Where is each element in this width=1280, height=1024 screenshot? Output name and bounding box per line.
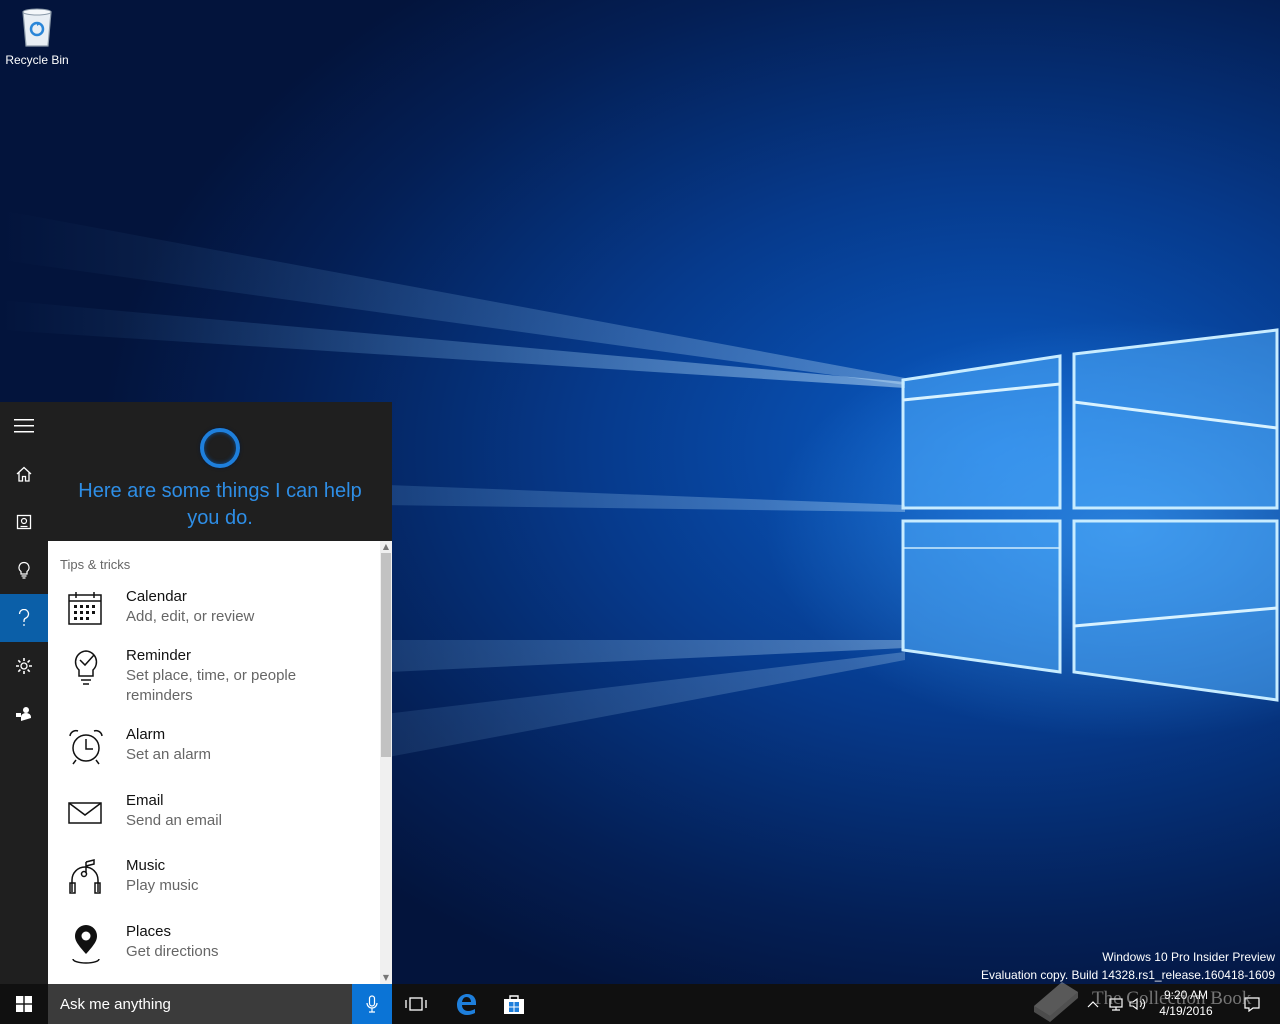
calendar-icon: [68, 592, 102, 625]
tip-reminder[interactable]: Reminder Set place, time, or people remi…: [48, 646, 380, 725]
cortana-greeting: Here are some things I can help you do.: [78, 480, 362, 529]
tip-subtitle: Set place, time, or people reminders: [126, 667, 297, 704]
places-icon: [72, 925, 100, 964]
cortana-header: Here are some things I can help you do.: [48, 402, 392, 541]
scrollbar-thumb[interactable]: [381, 553, 391, 757]
tip-subtitle: Send an email: [126, 812, 222, 829]
watermark-text: The Collection Book: [1092, 988, 1252, 1009]
task-view-icon: [405, 997, 427, 1011]
tips-list: Tips & tricks Calendar Add, edit, or rev…: [48, 541, 380, 984]
tip-subtitle: Play music: [126, 877, 199, 894]
hamburger-menu-icon: [14, 419, 34, 433]
tip-title: Calendar: [126, 588, 187, 605]
tip-title: Music: [126, 857, 166, 874]
recycle-bin-label: Recycle Bin: [5, 53, 69, 67]
tip-places[interactable]: Places Get directions: [48, 922, 380, 984]
tip-alarm[interactable]: Alarm Set an alarm: [48, 725, 380, 791]
tip-title: Email: [126, 792, 164, 809]
tip-calendar[interactable]: Calendar Add, edit, or review: [48, 587, 380, 646]
feedback-button[interactable]: [0, 690, 48, 738]
cortana-ring-icon: [200, 428, 240, 468]
tip-subtitle: Set an alarm: [126, 746, 212, 763]
notebook-button[interactable]: [0, 498, 48, 546]
hamburger-menu-button[interactable]: [0, 402, 48, 450]
cortana-panel: Here are some things I can help you do. …: [0, 402, 392, 984]
tips-button[interactable]: [0, 546, 48, 594]
home-button[interactable]: [0, 450, 48, 498]
tip-title: Reminder: [126, 647, 192, 664]
tip-music[interactable]: Music Play music: [48, 856, 380, 922]
store-button[interactable]: [490, 984, 538, 1024]
notebook-icon: [16, 514, 32, 530]
scroll-down-icon[interactable]: ▼: [380, 972, 392, 984]
tips-section-title: Tips & tricks: [60, 557, 131, 572]
recycle-bin-icon: [22, 8, 52, 47]
tips-scrollbar[interactable]: ▲ ▼: [380, 541, 392, 984]
search-placeholder: Ask me anything: [60, 995, 171, 1013]
gear-icon: [16, 658, 32, 674]
start-button[interactable]: [0, 984, 48, 1024]
watermark-edition: Windows 10 Pro Insider Preview: [1102, 950, 1275, 964]
help-icon: [18, 609, 30, 626]
cortana-search-input[interactable]: Ask me anything: [48, 984, 352, 1024]
tip-email[interactable]: Email Send an email: [48, 791, 380, 856]
book-icon: [1034, 982, 1078, 1022]
tip-title: Places: [126, 923, 172, 940]
site-watermark: The Collection Book: [1030, 976, 1260, 1024]
settings-button[interactable]: [0, 642, 48, 690]
reminder-icon: [74, 650, 98, 685]
help-button[interactable]: [0, 594, 48, 642]
tip-subtitle: Add, edit, or review: [126, 608, 255, 625]
scroll-up-icon[interactable]: ▲: [380, 541, 392, 553]
windows-start-icon: [16, 996, 32, 1012]
edge-browser-icon: [457, 994, 476, 1015]
lightbulb-icon: [18, 561, 30, 579]
recycle-bin[interactable]: Recycle Bin: [2, 6, 72, 67]
feedback-icon: [16, 707, 31, 721]
task-view-button[interactable]: [392, 984, 440, 1024]
edge-button[interactable]: [442, 984, 490, 1024]
email-icon: [68, 802, 102, 824]
tip-title: Alarm: [126, 726, 166, 743]
store-icon: [504, 995, 524, 1014]
microphone-button[interactable]: [352, 984, 392, 1024]
home-icon: [16, 466, 32, 482]
tip-subtitle: Get directions: [126, 943, 219, 960]
alarm-icon: [69, 729, 103, 765]
cortana-rail: [0, 402, 48, 984]
music-icon: [69, 859, 101, 894]
microphone-icon: [366, 995, 378, 1013]
